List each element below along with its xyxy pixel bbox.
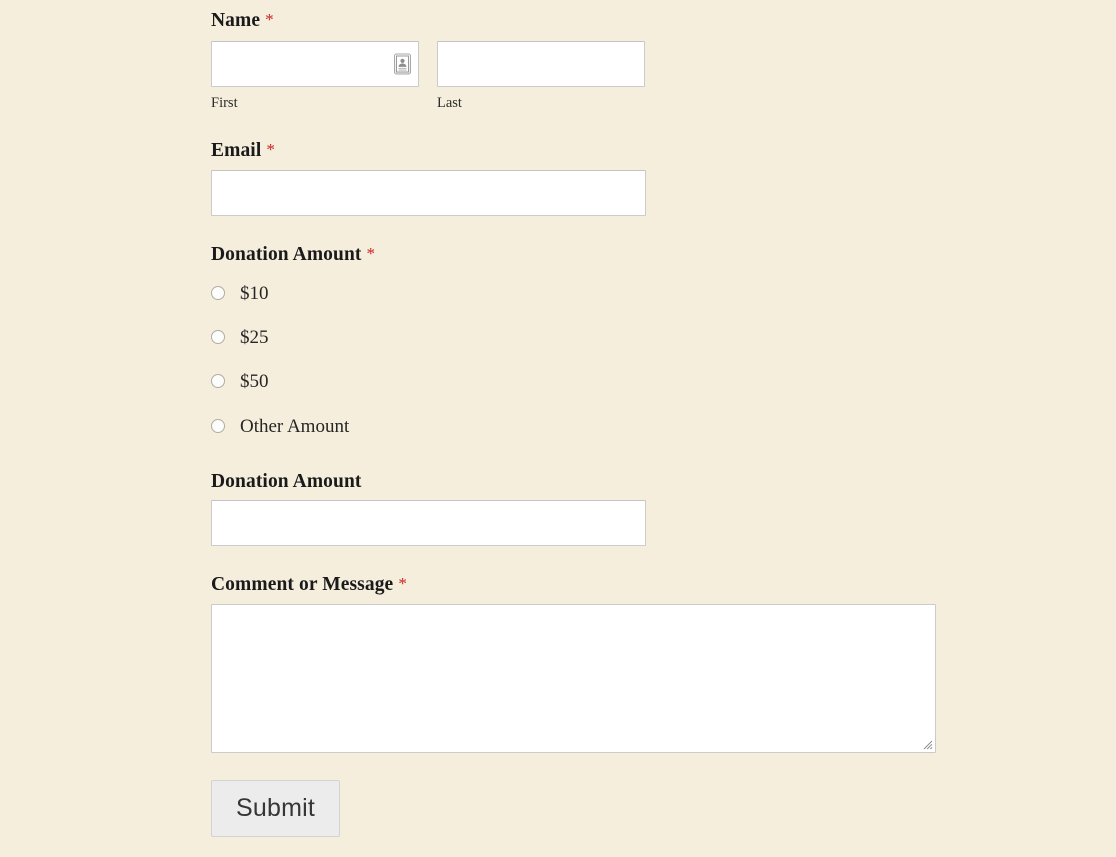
submit-button[interactable]: Submit xyxy=(211,780,340,837)
radio-option-25[interactable]: $25 xyxy=(211,327,269,347)
first-name-sublabel: First xyxy=(211,96,419,111)
donation-amount-choice-label: Donation Amount* xyxy=(211,245,375,265)
radio-indicator[interactable] xyxy=(211,419,225,433)
radio-indicator[interactable] xyxy=(211,286,225,300)
field-name: Name* xyxy=(211,11,274,31)
name-first-column: First xyxy=(211,41,419,111)
donation-amount-other-input[interactable] xyxy=(211,500,646,546)
email-required-asterisk: * xyxy=(266,140,275,159)
field-donation-amount-choice: Donation Amount* xyxy=(211,245,375,265)
radio-label: $10 xyxy=(240,284,269,303)
name-inputs-row: First Last xyxy=(211,41,651,87)
field-donation-amount-other: Donation Amount xyxy=(211,472,362,492)
comment-textarea-wrapper xyxy=(211,604,936,753)
comment-required-asterisk: * xyxy=(398,574,407,593)
email-input[interactable] xyxy=(211,170,646,216)
first-name-input[interactable] xyxy=(211,41,419,87)
last-name-input[interactable] xyxy=(437,41,645,87)
radio-label: $50 xyxy=(240,372,269,391)
radio-indicator[interactable] xyxy=(211,374,225,388)
last-name-sublabel: Last xyxy=(437,96,645,111)
email-label: Email* xyxy=(211,141,275,161)
name-label: Name* xyxy=(211,11,274,31)
radio-label: Other Amount xyxy=(240,417,349,436)
radio-option-50[interactable]: $50 xyxy=(211,371,269,391)
comment-label: Comment or Message* xyxy=(211,575,407,595)
donation-amount-required-asterisk: * xyxy=(367,244,376,263)
field-email: Email* xyxy=(211,141,275,161)
comment-textarea[interactable] xyxy=(211,604,936,753)
radio-option-other[interactable]: Other Amount xyxy=(211,416,349,436)
donation-amount-other-label: Donation Amount xyxy=(211,472,362,492)
radio-option-10[interactable]: $10 xyxy=(211,283,269,303)
contact-card-icon[interactable] xyxy=(394,54,411,75)
radio-indicator[interactable] xyxy=(211,330,225,344)
radio-label: $25 xyxy=(240,328,269,347)
field-comment: Comment or Message* xyxy=(211,575,407,595)
name-required-asterisk: * xyxy=(265,10,274,29)
name-last-column: Last xyxy=(437,41,645,111)
